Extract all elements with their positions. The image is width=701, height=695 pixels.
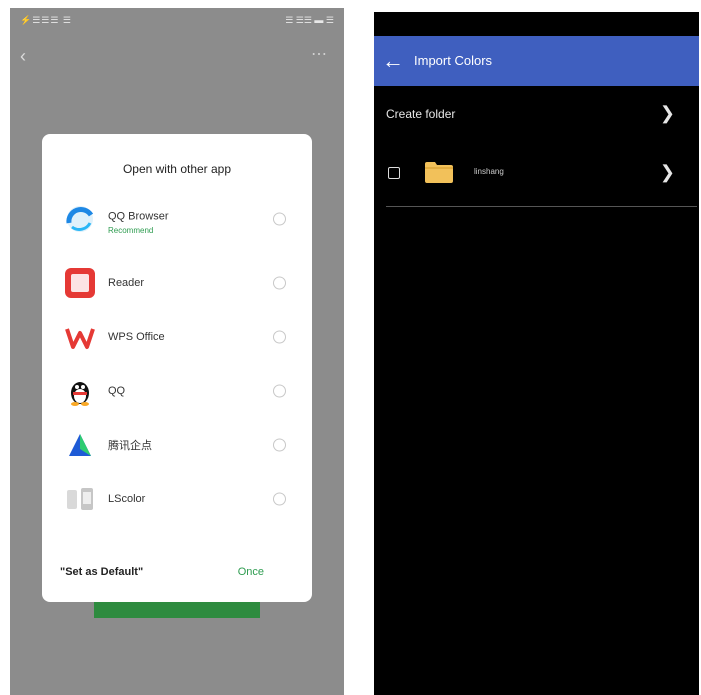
app-name: 腾讯企点: [108, 440, 152, 452]
lscolor-icon: [67, 488, 93, 510]
right-phone-screen: ← Import Colors Create folder ❯ linshang…: [374, 12, 699, 695]
radio-button[interactable]: [273, 330, 286, 344]
qq-icon: [71, 382, 89, 406]
radio-button[interactable]: [273, 212, 286, 226]
dialog-title: Open with other app: [122, 162, 232, 176]
page-title: Import Colors: [414, 53, 493, 68]
radio-button[interactable]: [273, 384, 286, 398]
left-phone-screen: ⚡☰☰☰ ☰ ☰ ☰☰ ▬ ☰ ‹ ⋯ Open with other app …: [10, 8, 344, 695]
create-folder-label: Create folder: [386, 107, 456, 121]
chevron-right-icon: ❯: [659, 162, 675, 182]
folder-name: linshang: [474, 167, 504, 176]
app-bar: ← Import Colors: [374, 36, 699, 86]
app-row-qq-browser[interactable]: QQ Browser Recommend: [42, 192, 312, 246]
status-left: ⚡☰☰☰ ☰: [20, 15, 72, 25]
app-row-reader[interactable]: Reader: [42, 256, 312, 310]
folder-checkbox[interactable]: [388, 167, 400, 179]
divider: [386, 206, 697, 207]
app-name: WPS Office: [108, 331, 165, 343]
more-icon[interactable]: ⋯: [311, 44, 328, 64]
folder-icon: [425, 162, 453, 183]
app-name: QQ Browser: [108, 210, 169, 223]
app-name: Reader: [108, 277, 145, 289]
app-row-wps-office[interactable]: WPS Office: [42, 310, 312, 364]
app-row-qidian[interactable]: 腾讯企点: [42, 418, 312, 472]
app-name: LScolor: [108, 493, 146, 505]
chevron-right-icon: ❯: [659, 103, 675, 123]
qq-browser-icon: [66, 206, 94, 232]
reader-icon: [65, 268, 95, 298]
set-as-default-button[interactable]: "Set as Default": [60, 566, 143, 578]
app-name: QQ: [108, 385, 126, 397]
status-bar: ⚡☰☰☰ ☰ ☰ ☰☰ ▬ ☰: [10, 8, 344, 34]
app-row-qq[interactable]: QQ: [42, 364, 312, 418]
open-with-dialog: Open with other app QQ Browser Recommend…: [42, 134, 312, 602]
radio-button[interactable]: [273, 492, 286, 506]
create-folder-row[interactable]: Create folder ❯: [374, 86, 699, 142]
once-button[interactable]: Once: [238, 566, 264, 578]
status-right: ☰ ☰☰ ▬ ☰: [285, 15, 334, 25]
back-arrow-icon[interactable]: ←: [382, 48, 404, 74]
folder-row[interactable]: linshang ❯: [374, 150, 699, 194]
qidian-icon: [69, 434, 91, 456]
recommend-label: Recommend: [108, 226, 154, 235]
radio-button[interactable]: [273, 438, 286, 452]
back-icon[interactable]: ‹: [20, 46, 26, 67]
wps-office-icon: [65, 328, 95, 349]
radio-button[interactable]: [273, 276, 286, 290]
app-row-lscolor[interactable]: LScolor: [42, 472, 312, 526]
